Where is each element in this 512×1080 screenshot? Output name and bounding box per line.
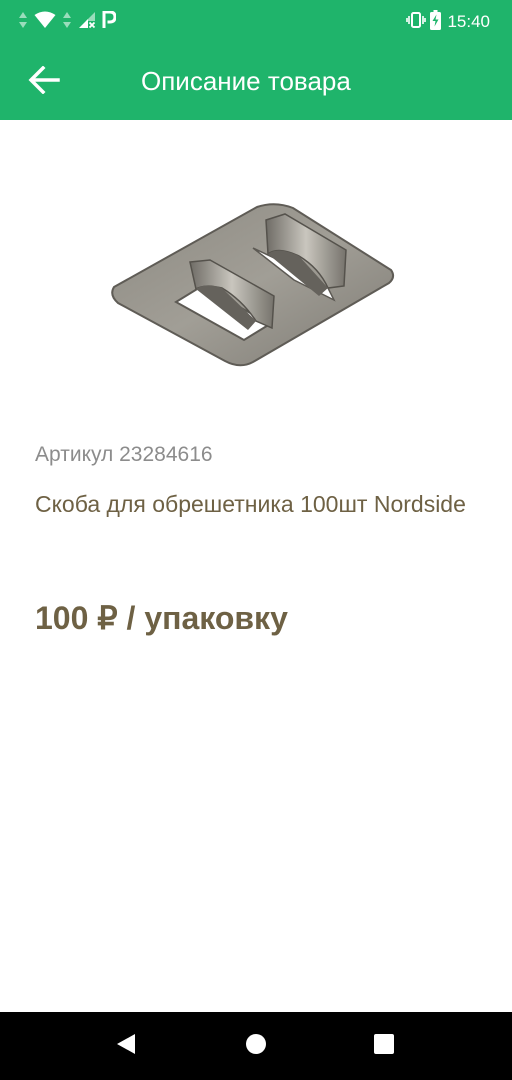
data-arrows-icon [18,11,28,34]
back-triangle-icon [115,1033,137,1060]
status-time: 15:40 [447,12,490,31]
product-price: 100 ₽ / упаковку [35,600,288,636]
battery-charging-icon [430,9,442,35]
product-image [106,190,406,380]
nav-recents-button[interactable] [372,1033,396,1060]
product-article: Артикул 23284616 [35,443,213,466]
status-right-icons: 15:40 [406,9,490,35]
vibrate-icon [406,11,427,34]
parking-app-icon [102,10,117,34]
wifi-icon [34,11,56,34]
cell-signal-no-sim-icon [78,11,96,34]
arrow-left-icon [28,65,60,99]
back-button[interactable] [20,60,68,104]
data-arrows-icon [62,11,72,34]
home-circle-icon [245,1033,267,1060]
recents-square-icon [373,1033,395,1060]
nav-home-button[interactable] [244,1033,268,1060]
navigation-bar [0,1012,512,1080]
product-name: Скоба для обрешетника 100шт Nordside [35,491,466,517]
status-left-icons [18,9,117,35]
page-title: Описание товара [141,66,351,96]
app-bar: Описание товара [0,44,512,120]
nav-back-button[interactable] [114,1033,138,1060]
status-bar: 15:40 [0,0,512,44]
